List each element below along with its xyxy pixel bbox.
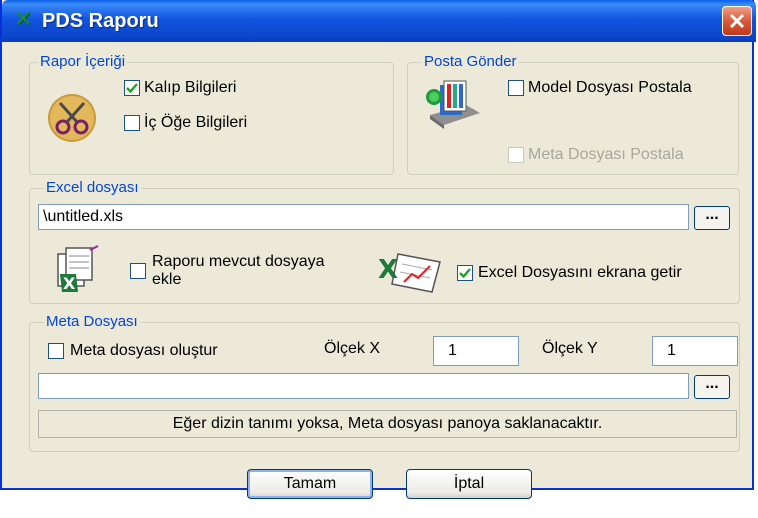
mold-info-label[interactable]: Kalıp Bilgileri	[144, 78, 236, 98]
meta-browse-button[interactable]: ...	[694, 375, 730, 399]
mail-meta-file-checkbox[interactable]	[508, 147, 524, 163]
meta-file-title: Meta Dosyası	[44, 313, 140, 331]
scale-x-input[interactable]: 1	[433, 336, 519, 366]
excel-app-icon: ✕	[14, 7, 33, 32]
meta-path-input[interactable]	[38, 373, 689, 399]
mail-model-file-label[interactable]: Model Dosyası Postala	[528, 78, 692, 98]
append-to-existing-label-line1[interactable]: Raporu mevcut dosyaya	[152, 252, 325, 272]
mold-info-checkbox[interactable]	[124, 80, 140, 96]
excel-path-input[interactable]: \untitled.xls	[38, 204, 689, 230]
cancel-button[interactable]: İptal	[406, 469, 532, 499]
report-content-title: Rapor İçeriği	[38, 53, 128, 71]
excel-chart-icon: X	[378, 253, 441, 293]
meta-info-message: Eğer dizin tanımı yoksa, Meta dosyası pa…	[38, 410, 737, 438]
checkmark-icon	[126, 83, 138, 94]
excel-file-title: Excel dosyası	[44, 179, 141, 197]
scale-y-input[interactable]: 1	[652, 336, 738, 366]
scale-y-label: Ölçek Y	[542, 340, 598, 357]
ok-button[interactable]: Tamam	[247, 469, 373, 499]
excel-browse-button[interactable]: ...	[694, 206, 730, 230]
close-button[interactable]	[722, 6, 752, 36]
create-meta-checkbox[interactable]	[48, 343, 64, 359]
title-bar[interactable]: ✕ PDS Raporu	[2, 0, 756, 42]
scale-x-label: Ölçek X	[324, 340, 381, 357]
send-mail-title: Posta Gönder	[422, 53, 519, 71]
close-icon	[729, 13, 745, 29]
create-meta-label[interactable]: Meta dosyası oluştur	[70, 341, 218, 361]
svg-text:X: X	[63, 274, 76, 293]
window-title: PDS Raporu	[42, 10, 159, 32]
scissors-icon	[48, 94, 96, 142]
dialog-window: ✕ PDS Raporu Rapor İçeriği Kalıp Bilgile…	[0, 0, 756, 499]
mail-meta-file-label[interactable]: Meta Dosyası Postala	[528, 145, 684, 165]
show-excel-label[interactable]: Excel Dosyasını ekrana getir	[478, 263, 682, 283]
excel-append-icon: X	[57, 245, 99, 293]
append-to-existing-label-line2[interactable]: ekle	[152, 270, 181, 290]
inner-item-info-label[interactable]: İç Öğe Bilgileri	[144, 113, 247, 133]
show-excel-checkbox[interactable]	[457, 265, 473, 281]
svg-text:X: X	[378, 255, 398, 285]
mail-send-icon	[426, 80, 480, 129]
inner-item-info-checkbox[interactable]	[124, 115, 140, 131]
append-to-existing-checkbox[interactable]	[130, 263, 146, 279]
mail-model-file-checkbox[interactable]	[508, 80, 524, 96]
checkmark-icon	[459, 268, 471, 279]
